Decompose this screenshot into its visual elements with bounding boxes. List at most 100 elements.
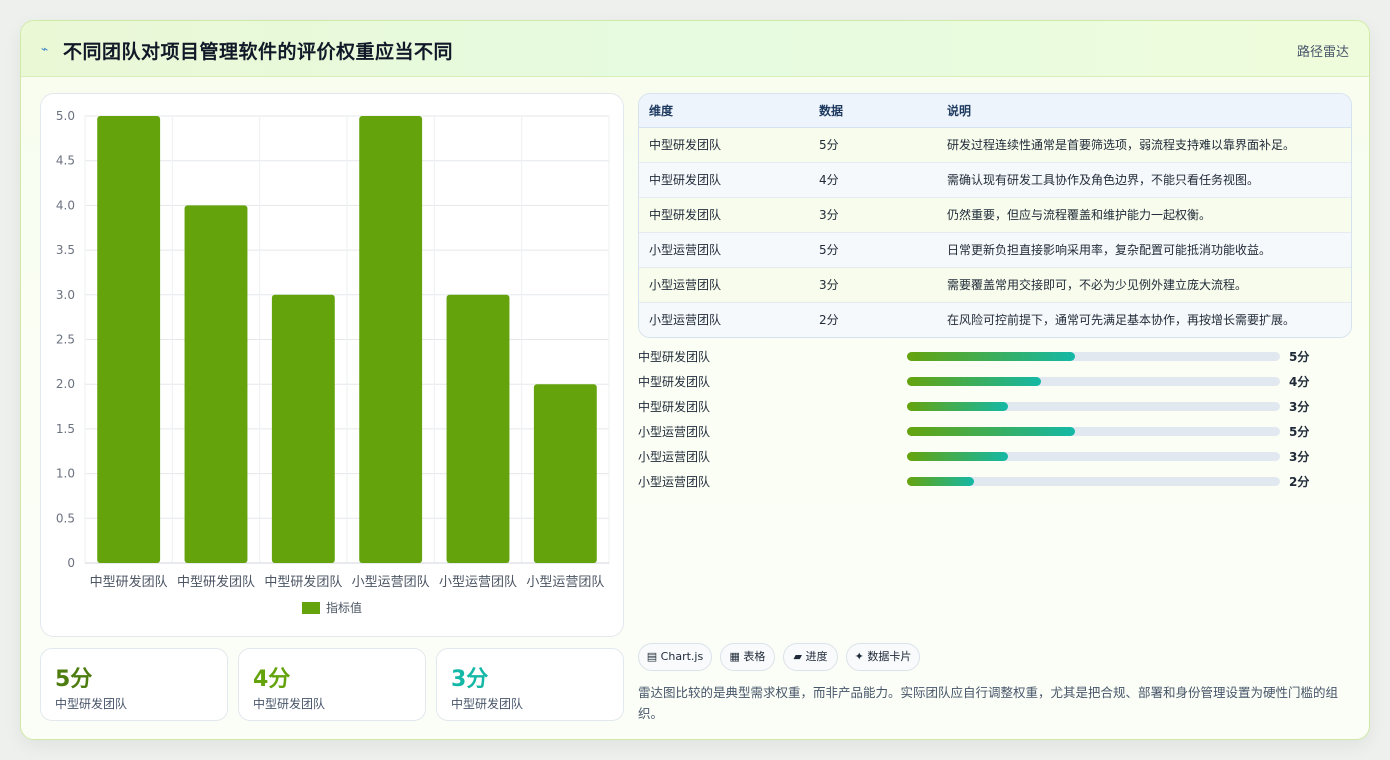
bar — [271, 294, 335, 563]
table-cell: 研发过程连续性通常是首要筛选项，弱流程支持难以靠界面补足。 — [937, 127, 1351, 163]
bar-chart: 00.51.01.52.02.53.03.54.04.55.0中型研发团队 中型研… — [56, 109, 610, 615]
kpi-value: 4分 — [253, 667, 291, 692]
chip-chartjs[interactable]: ▤ Chart.js — [638, 643, 712, 671]
chip-table[interactable]: ▦ 表格 — [720, 643, 775, 671]
kpi-card: 4分 中型研发团队 — [238, 648, 426, 721]
table-cell: 3分 — [809, 197, 937, 233]
y-tick-label: 3.5 — [56, 243, 75, 257]
y-tick-label: 4.0 — [56, 198, 75, 212]
y-tick-label: 0 — [67, 556, 75, 570]
legend-swatch — [302, 602, 320, 614]
kpi-label: 中型研发团队 — [253, 697, 326, 711]
bar — [97, 116, 161, 563]
x-tick-label: 中型研发团队 — [177, 574, 255, 590]
kpi-label: 中型研发团队 — [55, 697, 128, 711]
table-header-row: 维度 数据 说明 — [639, 94, 1351, 128]
progress-track — [907, 402, 1280, 411]
table-cell: 5分 — [809, 232, 937, 268]
bar — [184, 205, 248, 563]
table-row: 小型运营团队 2分 在风险可控前提下，通常可先满足基本协作，再按增长需要扩展。 — [639, 302, 1351, 337]
bar — [359, 116, 423, 563]
bar-chart-panel: 0 0.5 1.0 1.5 2.0 2.5 3.0 3.5 4.0 4.5 5.0 中型研发团队 中型研… — [40, 93, 624, 637]
x-tick-label: 中型研发团队 — [90, 574, 168, 590]
table-cell: 仍然重要，但应与流程覆盖和维护能力一起权衡。 — [937, 197, 1351, 233]
table-cell: 中型研发团队 — [639, 127, 809, 163]
progress-fill — [907, 352, 1075, 361]
table-row: 小型运营团队 3分 需要覆盖常用交接即可，不必为少见例外建立庞大流程。 — [639, 267, 1351, 303]
progress-value: 2分 — [1289, 475, 1310, 489]
column-header: 数据 — [809, 94, 937, 128]
y-tick-label: 2.0 — [56, 377, 75, 391]
progress-fill — [907, 477, 975, 486]
y-tick-label: 0.5 — [56, 511, 75, 525]
progress-label: 中型研发团队 — [638, 350, 711, 364]
x-tick-label: 小型运营团队 — [439, 575, 517, 590]
header-tag: 路径雷达 — [1296, 45, 1349, 60]
progress-value: 5分 — [1289, 425, 1310, 439]
table-row: 小型运营团队 5分 日常更新负担直接影响采用率，复杂配置可能抵消功能收益。 — [639, 232, 1351, 268]
kpi-card: 5分 中型研发团队 — [40, 648, 228, 721]
pulse-icon: ⌁ — [41, 42, 49, 56]
footnote: 雷达图比较的是典型需求权重，而非产品能力。实际团队应自行调整权重，尤其是把合规、… — [638, 685, 1339, 721]
progress-label: 小型运营团队 — [638, 450, 711, 464]
table-cell: 需确认现有研发工具协作及角色边界，不能只看任务视图。 — [937, 162, 1351, 198]
x-tick-label: 中型研发团队 — [264, 574, 342, 590]
table-row: 中型研发团队 4分 需确认现有研发工具协作及角色边界，不能只看任务视图。 — [639, 162, 1351, 198]
table-cell: 4分 — [809, 162, 937, 198]
table-cell: 中型研发团队 — [639, 162, 809, 198]
kpi-card: 3分 中型研发团队 — [436, 648, 624, 721]
chip-progress[interactable]: ▰ 进度 — [783, 643, 838, 671]
progress-value: 3分 — [1289, 450, 1310, 464]
progress-row: 中型研发团队 5分 — [638, 348, 1328, 364]
progress-fill — [907, 402, 1008, 411]
table-cell: 2分 — [809, 302, 937, 337]
table-cell: 3分 — [809, 267, 937, 303]
column-header: 说明 — [937, 94, 1351, 128]
main-card: ⌁ 不同团队对项目管理软件的评价权重应当不同 路径雷达 0 0.5 1.0 1.5 2.… — [20, 20, 1370, 740]
y-tick-label: 4.5 — [56, 154, 75, 168]
progress-row: 中型研发团队 3分 — [638, 398, 1328, 414]
progress-value: 5分 — [1289, 350, 1310, 364]
kpi-value: 3分 — [451, 667, 489, 692]
y-tick-label: 5.0 — [56, 109, 75, 123]
progress-row: 小型运营团队 2分 — [638, 473, 1328, 489]
column-header: 维度 — [639, 94, 809, 128]
table-cell: 小型运营团队 — [639, 267, 809, 303]
progress-label: 小型运营团队 — [638, 475, 711, 489]
y-tick-label: 2.5 — [56, 333, 75, 347]
page-title: 不同团队对项目管理软件的评价权重应当不同 — [63, 41, 454, 63]
progress-track — [907, 427, 1280, 436]
kpi-label: 中型研发团队 — [451, 697, 524, 711]
progress-row: 中型研发团队 4分 — [638, 373, 1328, 389]
x-tick-label: 小型运营团队 — [352, 575, 430, 590]
y-tick-label: 1.5 — [56, 422, 75, 436]
x-tick-label: 小型运营团队 — [526, 575, 604, 590]
bar — [533, 384, 597, 563]
progress-value: 3分 — [1289, 400, 1310, 414]
bar — [446, 294, 510, 563]
progress-value: 4分 — [1289, 375, 1310, 389]
progress-track — [907, 452, 1280, 461]
y-tick-label: 1.0 — [56, 467, 75, 481]
y-tick-label: 3.0 — [56, 288, 75, 302]
table-row: 中型研发团队 5分 研发过程连续性通常是首要筛选项，弱流程支持难以靠界面补足。 — [639, 127, 1351, 163]
progress-fill — [907, 377, 1042, 386]
progress-track — [907, 377, 1280, 386]
kpi-value: 5分 — [55, 667, 93, 692]
chip-data-cards[interactable]: ✦ 数据卡片 — [846, 643, 920, 671]
progress-fill — [907, 427, 1075, 436]
progress-label: 小型运营团队 — [638, 425, 711, 439]
progress-track — [907, 477, 1280, 486]
table-cell: 5分 — [809, 127, 937, 163]
legend-label: 指标值 — [326, 600, 362, 615]
card-header: ⌁ 不同团队对项目管理软件的评价权重应当不同 路径雷达 — [21, 21, 1369, 77]
table-cell: 日常更新负担直接影响采用率，复杂配置可能抵消功能收益。 — [937, 232, 1351, 268]
table-row: 中型研发团队 3分 仍然重要，但应与流程覆盖和维护能力一起权衡。 — [639, 197, 1351, 233]
progress-label: 中型研发团队 — [638, 375, 711, 389]
table-cell: 在风险可控前提下，通常可先满足基本协作，再按增长需要扩展。 — [937, 302, 1351, 337]
table-cell: 小型运营团队 — [639, 302, 809, 337]
progress-fill — [907, 452, 1008, 461]
table-cell: 中型研发团队 — [639, 197, 809, 233]
progress-row: 小型运营团队 3分 — [638, 448, 1328, 464]
progress-track — [907, 352, 1280, 361]
